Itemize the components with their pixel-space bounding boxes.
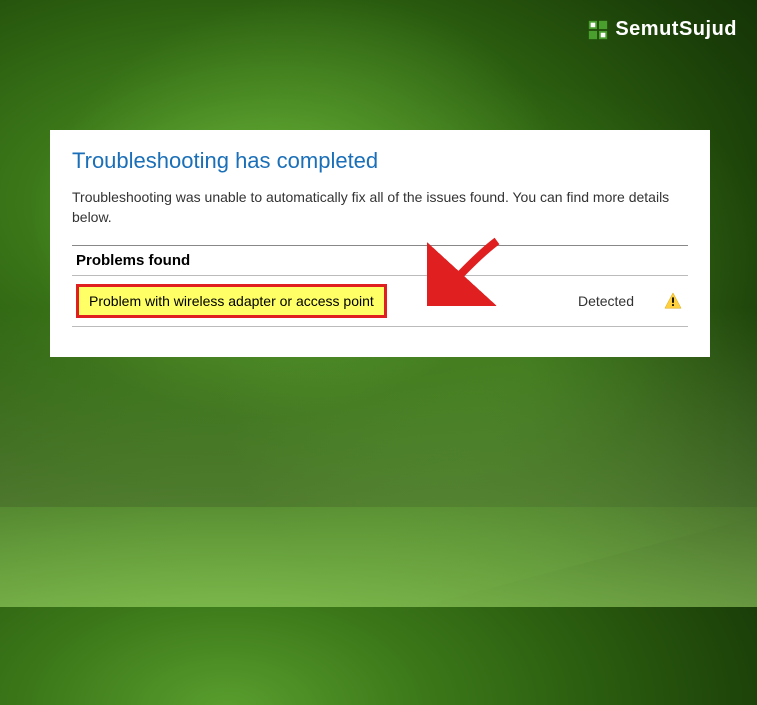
- troubleshooting-dialog: Troubleshooting has completed Troublesho…: [50, 130, 710, 357]
- problem-row[interactable]: Problem with wireless adapter or access …: [72, 275, 688, 327]
- warning-icon: [664, 292, 682, 310]
- problems-header: Problems found: [72, 246, 688, 275]
- problem-status: Detected: [578, 293, 634, 309]
- dialog-title: Troubleshooting has completed: [72, 148, 688, 174]
- brand-logo-icon: [587, 19, 609, 41]
- dialog-description: Troubleshooting was unable to automatica…: [72, 188, 688, 227]
- annotation-arrow-icon: [427, 236, 507, 306]
- brand-name: SemutSujud: [615, 18, 737, 41]
- problem-label: Problem with wireless adapter or access …: [76, 284, 387, 318]
- watermark: SemutSujud: [587, 18, 737, 41]
- problems-section: Problems found Problem with wireless ada…: [72, 245, 688, 327]
